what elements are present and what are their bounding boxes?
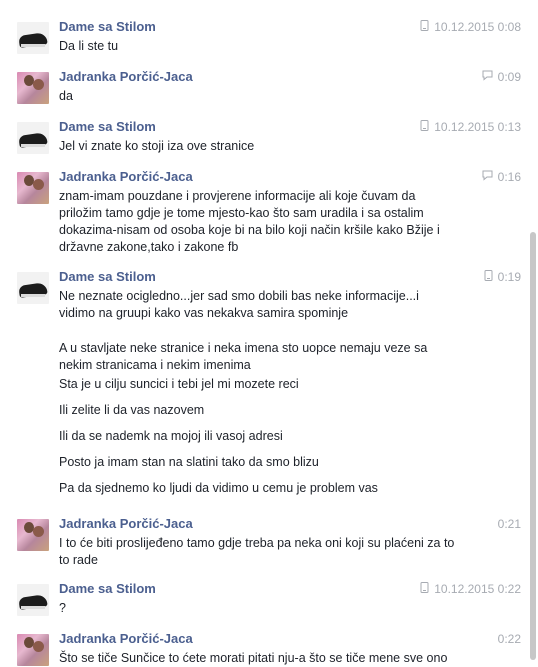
- timestamp-text: 0:09: [497, 70, 521, 84]
- message-text: I to će biti proslijeđeno tamo gdje treb…: [59, 536, 455, 567]
- photo-avatar[interactable]: [17, 172, 49, 204]
- message-text: Da li ste tu: [59, 39, 119, 53]
- sender-name[interactable]: Dame sa Stilom: [59, 581, 156, 596]
- message-timestamp: 0:16: [482, 170, 521, 184]
- timestamp-text: 10.12.2015 0:08: [434, 20, 521, 34]
- message-text: da: [59, 89, 73, 103]
- message-timestamp: 10.12.2015 0:08: [420, 20, 521, 34]
- sender-name[interactable]: Jadranka Porčić-Jaca: [59, 631, 193, 646]
- message-text: Jel vi znate ko stoji iza ove stranice: [59, 139, 255, 153]
- photo-avatar[interactable]: [17, 72, 49, 104]
- shoe-avatar[interactable]: [17, 584, 49, 616]
- timestamp-text: 0:22: [497, 632, 521, 646]
- message-text: A u stavljate neke stranice i neka imena…: [59, 341, 428, 372]
- timestamp-text: 0:16: [497, 170, 521, 184]
- timestamp-text: 0:19: [497, 270, 521, 284]
- message-text: Ne neznate ocigledno...jer sad smo dobil…: [59, 289, 419, 320]
- sender-name[interactable]: Jadranka Porčić-Jaca: [59, 516, 193, 531]
- message-text: ?: [59, 601, 66, 615]
- timestamp-text: 0:21: [497, 517, 521, 531]
- message-text: Posto ja imam stan na slatini tako da sm…: [59, 455, 319, 469]
- phone-icon: [484, 270, 493, 284]
- message-text: Pa da sjednemo ko ljudi da vidimo u cemu…: [59, 481, 378, 495]
- message-timestamp: 0:22: [498, 632, 521, 646]
- message-timestamp: 0:09: [482, 70, 521, 84]
- message-timestamp: 0:19: [484, 270, 521, 284]
- message-text: Ili da se nademk na mojoj ili vasoj adre…: [59, 429, 283, 443]
- timestamp-text: 10.12.2015 0:22: [434, 582, 521, 596]
- photo-avatar[interactable]: [17, 519, 49, 551]
- message-text: znam-imam pouzdane i provjerene informac…: [59, 189, 440, 254]
- shoe-avatar[interactable]: [17, 272, 49, 304]
- sender-name[interactable]: Dame sa Stilom: [59, 19, 156, 34]
- scrollbar[interactable]: [530, 232, 536, 660]
- message-timestamp: 10.12.2015 0:13: [420, 120, 521, 134]
- shoe-avatar[interactable]: [17, 22, 49, 54]
- shoe-avatar[interactable]: [17, 122, 49, 154]
- timestamp-text: 10.12.2015 0:13: [434, 120, 521, 134]
- chat-icon: [482, 70, 493, 84]
- sender-name[interactable]: Jadranka Porčić-Jaca: [59, 169, 193, 184]
- chat-icon: [482, 170, 493, 184]
- message-feed: Dame sa Stilom 10.12.2015 0:08 Da li ste t…: [0, 0, 538, 666]
- sender-name[interactable]: Dame sa Stilom: [59, 269, 156, 284]
- photo-avatar[interactable]: [17, 634, 49, 666]
- message-timestamp: 10.12.2015 0:22: [420, 582, 521, 596]
- message-text: Što se tiče Sunčice to ćete morati pitat…: [59, 651, 448, 665]
- message-text: Sta je u cilju suncici i tebi jel mi moz…: [59, 377, 299, 391]
- phone-icon: [420, 120, 429, 134]
- sender-name[interactable]: Jadranka Porčić-Jaca: [59, 69, 193, 84]
- sender-name[interactable]: Dame sa Stilom: [59, 119, 156, 134]
- message-timestamp: 0:21: [498, 517, 521, 531]
- phone-icon: [420, 582, 429, 596]
- message-text: Ili zelite li da vas nazovem: [59, 403, 205, 417]
- phone-icon: [420, 20, 429, 34]
